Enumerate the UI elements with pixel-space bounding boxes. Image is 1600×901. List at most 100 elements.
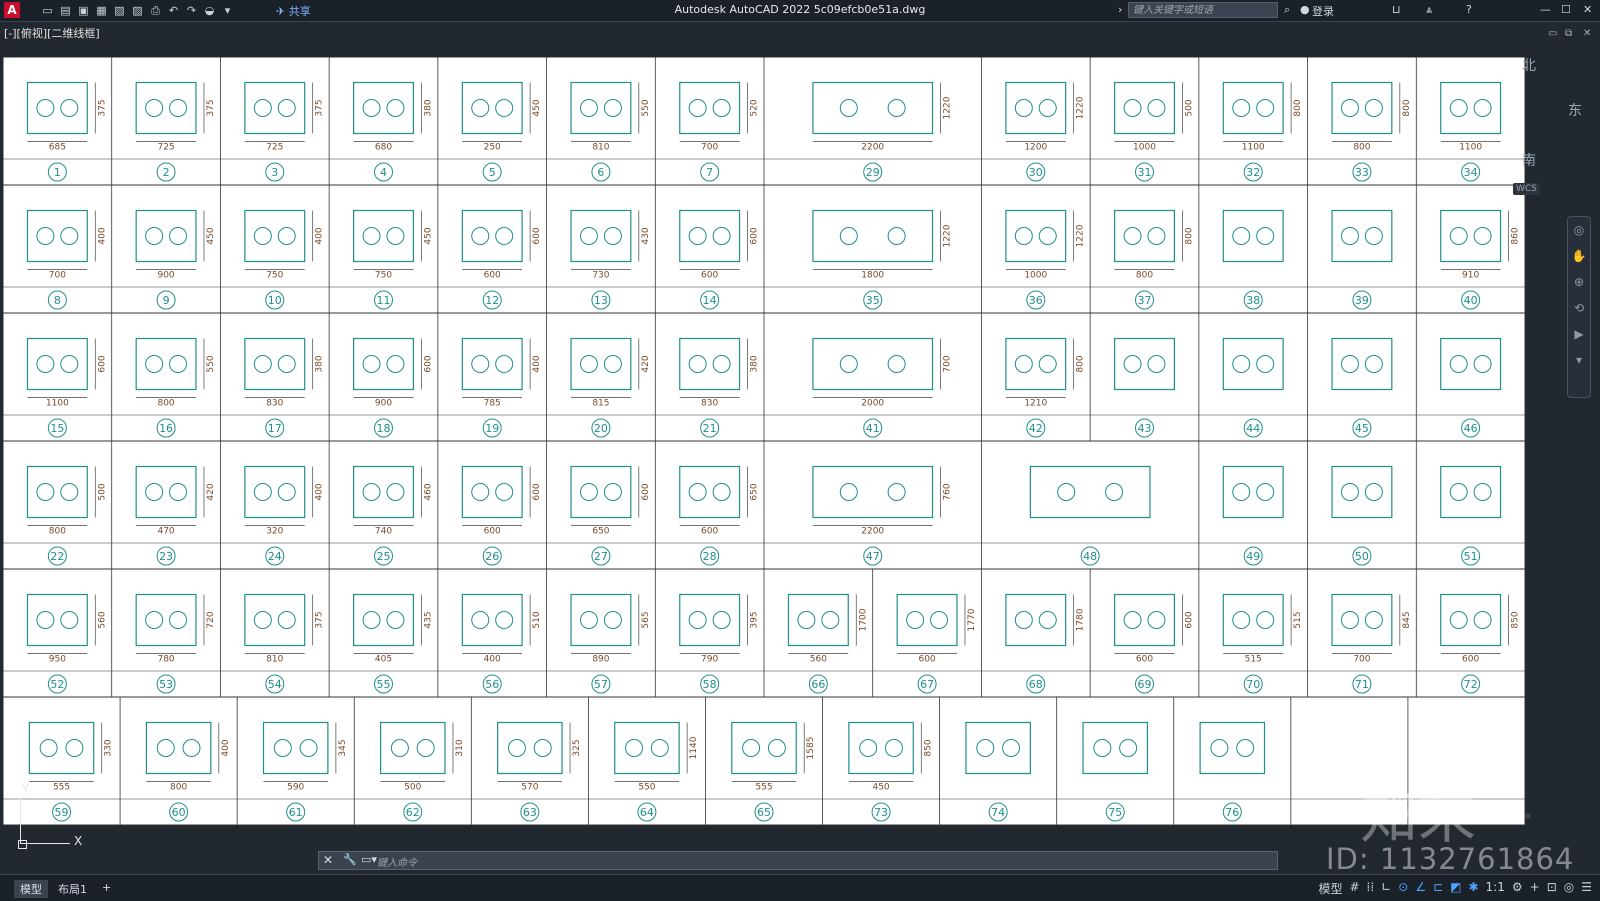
viewport-controls-label[interactable]: [-][俯视][二维线框] [4,25,100,41]
status-tool-11[interactable]: + [1530,880,1540,897]
showmotion-icon[interactable]: ▶ [1568,321,1590,347]
status-tool-9[interactable]: 1:1 [1486,880,1505,897]
help-search-input[interactable]: 键入关键字或短语 [1128,2,1278,18]
tab-add-layout[interactable]: + [96,880,117,895]
status-tool-1[interactable]: # [1349,880,1359,897]
dimension-width-label: 560 [810,655,827,665]
dimension-width-label: 680 [375,143,392,153]
command-close-icon[interactable]: ✕ [323,853,333,867]
cart-icon[interactable]: ⊔ [1392,3,1401,16]
minimize-icon[interactable]: — [1540,3,1551,16]
status-tool-10[interactable]: ⚙ [1512,880,1523,897]
dimension-height-label: 375 [206,99,216,116]
login-button[interactable]: 登录 [1312,3,1334,19]
navigation-bar: ◎ ✋ ⊕ ⟲ ▶ ▾ [1567,216,1591,398]
dimension-width-label: 600 [701,271,718,281]
compass-south[interactable]: 南 [1522,150,1536,170]
status-tool-12[interactable]: ⊡ [1547,880,1557,897]
item-number-label: 17 [268,422,282,435]
new-icon[interactable]: ▭ [40,3,55,18]
item-number-label: 24 [268,550,282,563]
item-number-label: 18 [377,422,391,435]
item-number-label: 75 [1108,806,1122,819]
command-customize-icon[interactable]: 🔧 [343,853,357,866]
item-number-label: 27 [594,550,608,563]
steering-wheel-icon[interactable]: ◎ [1568,217,1590,243]
status-tool-5[interactable]: ∠ [1415,880,1426,897]
zoom-icon[interactable]: ⊕ [1568,269,1590,295]
compass-north[interactable]: 北 [1522,55,1536,75]
share-button[interactable]: ✈ 共享 [276,3,311,19]
tab-model[interactable]: 模型 [14,880,48,898]
web-open-icon[interactable]: ▧ [112,3,127,18]
item-number-label: 28 [703,550,717,563]
item-number-label: 45 [1355,422,1369,435]
viewport-minimize-icon[interactable]: ▭ [1548,28,1557,39]
dimension-width-label: 700 [49,271,66,281]
dimension-height-label: 1770 [967,608,977,631]
autocad-logo-icon[interactable]: A [4,2,20,18]
status-tool-8[interactable]: ✱ [1468,880,1478,897]
dimension-width-label: 700 [701,143,718,153]
dimension-width-label: 900 [157,271,174,281]
status-tool-4[interactable]: ⊙ [1398,880,1408,897]
user-icon[interactable]: ● [1300,3,1310,16]
dimension-height-label: 400 [221,739,231,756]
dimension-width-label: 890 [592,655,609,665]
status-tool-14[interactable]: ☰ [1581,880,1592,897]
compass-east[interactable]: 东 [1568,100,1582,120]
more-icon[interactable]: ▾ [220,3,235,18]
redo-icon[interactable]: ↷ [184,3,199,18]
status-tool-6[interactable]: ⊏ [1433,880,1443,897]
help-icon[interactable]: ? [1466,3,1472,16]
dimension-height-label: 450 [423,227,433,244]
item-number-label: 71 [1355,678,1369,691]
dimension-width-label: 1000 [1024,271,1047,281]
save-icon[interactable]: ▣ [76,3,91,18]
item-number-label: 16 [159,422,173,435]
dimension-width-label: 1100 [46,399,69,409]
command-line[interactable]: ✕ 🔧 ▭▾ 键入命令 [318,851,1278,870]
wcs-menu[interactable]: WCS [1513,183,1540,195]
viewport-close-icon[interactable]: ✕ [1583,28,1591,39]
a360-icon[interactable]: ⩓ [1426,3,1432,17]
open-icon[interactable]: ▤ [58,3,73,18]
status-tool-13[interactable]: ◎ [1564,880,1574,897]
appliance-library-sheet: 6853751725375272537536803804250450581055… [3,57,1526,826]
dimension-width-label: 750 [266,271,283,281]
tab-layout1[interactable]: 布局1 [52,880,93,898]
dimension-width-label: 650 [592,527,609,537]
web-save-icon[interactable]: ▨ [130,3,145,18]
item-number-label: 54 [268,678,282,691]
dimension-height-label: 860 [1511,227,1521,244]
status-tool-2[interactable]: ⁞⁞ [1367,880,1375,897]
command-input[interactable]: 键入命令 [377,854,417,869]
item-number-label: 44 [1246,422,1260,435]
search-arrow-icon[interactable]: › [1118,3,1122,16]
maximize-icon[interactable]: ☐ [1561,3,1571,16]
undo-icon[interactable]: ↶ [166,3,181,18]
dimension-height-label: 720 [206,611,216,628]
navbar-menu-icon[interactable]: ▾ [1568,347,1590,373]
saveas-icon[interactable]: ▦ [94,3,109,18]
search-icon[interactable]: ⌕ [1284,3,1290,17]
dimension-height-label: 420 [206,483,216,500]
item-number-label: 69 [1138,678,1152,691]
dimension-width-label: 570 [521,783,538,793]
command-recent-icon[interactable]: ▭▾ [361,853,377,866]
dimension-width-label: 725 [266,143,283,153]
dimension-height-label: 565 [641,611,651,628]
drawing-canvas[interactable]: 685 375 1 725 375 2 725 375 3 680 380 4 250 450 5 810 55… [3,57,1556,839]
status-tool-3[interactable]: ∟ [1381,880,1391,897]
drawing-id-watermark: ID: 1132761864 [1326,842,1575,876]
status-tool-7[interactable]: ◩ [1450,880,1461,897]
viewport-restore-icon[interactable]: ⧉ [1565,28,1572,39]
item-number-label: 70 [1246,678,1260,691]
item-number-label: 41 [866,422,880,435]
status-tool-0[interactable]: 模型 [1318,880,1342,897]
print-icon[interactable]: ⎙ [148,3,163,18]
close-icon[interactable]: ✕ [1583,3,1592,16]
pan-icon[interactable]: ✋ [1568,243,1590,269]
workspace-icon[interactable]: ◒ [202,3,217,18]
orbit-icon[interactable]: ⟲ [1568,295,1590,321]
